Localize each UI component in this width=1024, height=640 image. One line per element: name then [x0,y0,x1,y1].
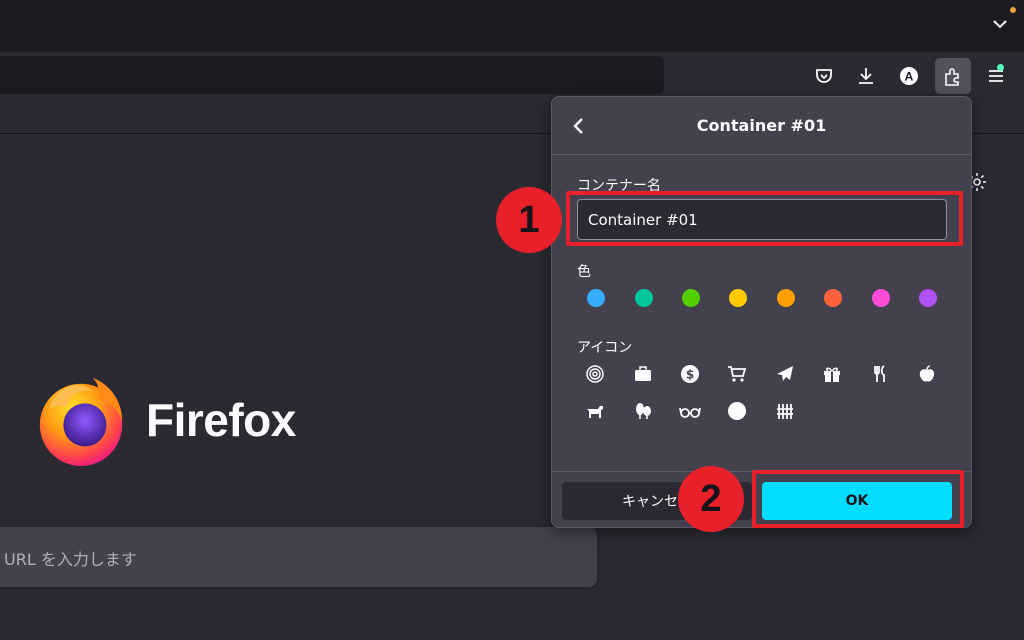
search-placeholder: URL を入力します [4,550,137,569]
food-icon[interactable] [869,363,891,385]
url-bar[interactable] [0,56,664,94]
edit-container-panel: Container #01 コンテナー名 色 アイコン $ [551,96,972,528]
step-badge-1: 1 [496,187,562,253]
color-label: 色 [577,264,591,280]
highlight-box-name-input [566,191,963,246]
tree-icon[interactable] [632,400,654,422]
tab-strip [0,0,1024,52]
download-icon [859,68,873,84]
fruit-icon[interactable] [916,363,938,385]
gift-icon[interactable] [821,363,843,385]
list-all-tabs-chevron-icon[interactable] [990,14,1010,34]
downloads-button[interactable] [848,58,884,94]
color-swatch-red[interactable] [824,289,842,307]
color-swatch-purple[interactable] [919,289,937,307]
app-menu-button[interactable] [978,58,1014,94]
chill-icon[interactable] [679,400,701,422]
vacation-icon[interactable] [774,363,796,385]
color-swatch-blue[interactable] [587,289,605,307]
firefox-wordmark: Firefox [146,394,296,446]
panel-header: Container #01 [552,97,971,155]
svg-text:$: $ [686,368,694,382]
color-swatch-orange[interactable] [777,289,795,307]
color-swatch-turquoise[interactable] [635,289,653,307]
briefcase-icon[interactable] [632,363,654,385]
circle-icon[interactable] [726,400,748,422]
icon-label: アイコン [577,340,633,356]
cart-icon[interactable] [726,363,748,385]
search-box[interactable]: URL を入力します [0,527,597,587]
color-swatches [587,289,947,309]
pet-icon[interactable] [584,400,606,422]
panel-title: Container #01 [696,116,827,135]
fence-icon[interactable] [774,400,796,422]
color-swatch-yellow[interactable] [729,289,747,307]
step-badge-2: 2 [678,466,744,532]
pocket-icon [816,69,832,83]
fingerprint-icon[interactable] [584,363,606,385]
extensions-button[interactable] [935,58,971,94]
puzzle-icon [945,68,959,86]
pocket-button[interactable] [806,58,842,94]
dollar-icon[interactable]: $ [679,363,701,385]
highlight-box-ok-button [752,470,964,528]
update-badge [997,64,1004,71]
icon-picker: $ [584,363,954,423]
account-button[interactable]: A [891,58,927,94]
account-avatar-icon: A [900,67,918,85]
color-swatch-pink[interactable] [872,289,890,307]
color-swatch-green[interactable] [682,289,700,307]
notification-dot [1010,7,1016,13]
firefox-logo-icon [39,377,123,467]
svg-text:A: A [905,70,914,84]
